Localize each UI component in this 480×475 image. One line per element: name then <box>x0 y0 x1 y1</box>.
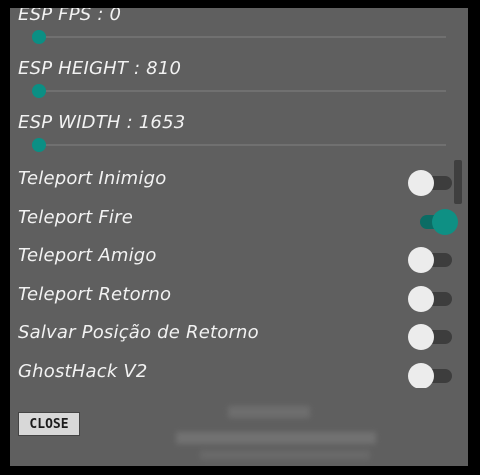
toggle-switch[interactable] <box>408 170 456 196</box>
slider-esp-width: ESP WIDTH : 1653 <box>10 106 468 160</box>
toggle-label: Teleport Retorno <box>18 283 172 305</box>
toggle-switch[interactable] <box>408 324 456 350</box>
slider-esp-fps: ESP FPS : 0 <box>10 8 468 52</box>
slider-label: ESP FPS : 0 <box>18 8 122 25</box>
toggle-label: Salvar Posição de Retorno <box>18 322 259 343</box>
toggle-switch[interactable] <box>408 247 456 273</box>
blurred-area <box>228 406 310 418</box>
slider-thumb[interactable] <box>32 30 46 44</box>
toggle-row-teleport-retorno[interactable]: Teleport Retorno <box>10 276 468 315</box>
slider-esp-height: ESP HEIGHT : 810 <box>10 52 468 106</box>
toggle-switch[interactable] <box>408 208 458 235</box>
blurred-area <box>176 432 376 444</box>
slider-thumb[interactable] <box>32 138 46 152</box>
toggle-label: Teleport Inimigo <box>18 168 167 189</box>
mod-menu-panel: ESP FPS : 0 ESP HEIGHT : 810 ESP WIDTH :… <box>10 8 468 466</box>
toggle-label: GhostHack V2 <box>18 360 148 382</box>
slider-label: ESP HEIGHT : 810 <box>18 58 182 79</box>
blurred-area <box>200 450 370 460</box>
toggle-row-teleport-amigo[interactable]: Teleport Amigo <box>10 237 468 276</box>
scrollbar[interactable] <box>454 160 462 204</box>
toggle-row-teleport-inimigo[interactable]: Teleport Inimigo <box>10 160 468 199</box>
toggle-row-ghosthack[interactable]: GhostHack V2 <box>10 353 468 388</box>
toggle-label: Teleport Fire <box>18 206 133 228</box>
slider-track[interactable] <box>38 36 446 38</box>
toggle-row-teleport-fire[interactable]: Teleport Fire <box>10 199 468 238</box>
toggle-row-salvar-posicao[interactable]: Salvar Posição de Retorno <box>10 314 468 353</box>
close-button[interactable]: CLOSE <box>18 412 80 436</box>
toggle-switch[interactable] <box>408 285 456 312</box>
toggle-switch[interactable] <box>408 362 456 388</box>
slider-thumb[interactable] <box>32 84 46 98</box>
menu-scroll-area[interactable]: ESP FPS : 0 ESP HEIGHT : 810 ESP WIDTH :… <box>10 8 468 388</box>
slider-track[interactable] <box>38 90 446 92</box>
slider-label: ESP WIDTH : 1653 <box>18 112 186 133</box>
slider-track[interactable] <box>38 144 446 146</box>
toggle-label: Teleport Amigo <box>18 245 157 266</box>
